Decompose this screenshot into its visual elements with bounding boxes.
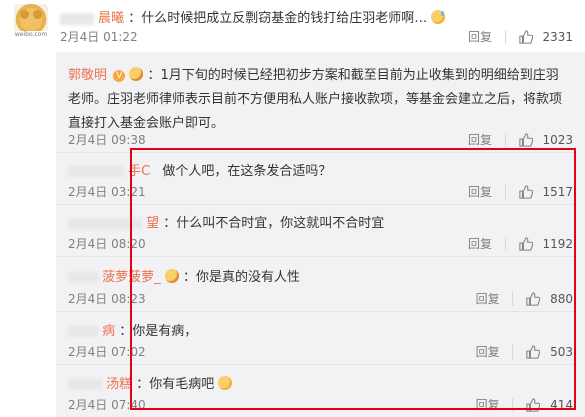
highlight-box	[130, 148, 576, 410]
top-comment-line: 晨曦 ：什么时候把成立反剽窃基金的钱打给庄羽老师啊…	[60, 7, 446, 26]
redacted-name	[68, 379, 102, 390]
redacted-name-prefix	[60, 12, 94, 25]
reply-author[interactable]: 汤糕	[106, 377, 132, 392]
top-comment-actions: 回复 2331	[468, 28, 573, 45]
pinned-reply-actions: 回复 1023	[468, 131, 573, 148]
top-comment-text: ：什么时候把成立反剽窃基金的钱打给庄羽老师啊…	[128, 11, 428, 26]
top-comment-date: 2月4日 01:22	[60, 30, 138, 44]
redacted-name	[68, 326, 98, 337]
reply-button[interactable]: 回复	[468, 131, 492, 148]
action-divider	[504, 132, 506, 147]
pinned-reply-date: 2月4日 09:38	[68, 133, 146, 147]
redacted-name	[68, 272, 98, 283]
reply-button[interactable]: 回复	[468, 28, 492, 45]
like-count: 1023	[542, 132, 573, 147]
avatar-ear-left	[20, 10, 29, 19]
sweat-emoji-icon	[431, 10, 446, 24]
avatar-ear-right	[33, 10, 42, 19]
avatar[interactable]: weibo.com	[14, 4, 48, 38]
like-count: 2331	[542, 29, 573, 44]
pinned-reply: 郭敬明 V ：1月下旬的时候已经把初步方案和截至目前为止收集到的明细给到庄羽老师…	[68, 64, 568, 136]
avatar-tag: weibo.com	[14, 31, 48, 38]
top-comment-author[interactable]: 晨曦	[98, 11, 124, 26]
redacted-name	[68, 166, 124, 177]
pinned-reply-author[interactable]: 郭敬明	[68, 68, 107, 83]
top-comment: weibo.com 晨曦 ：什么时候把成立反剽窃基金的钱打给庄羽老师啊… 2月4…	[0, 0, 585, 52]
verified-badge-icon: V	[113, 70, 126, 82]
angry-emoji-icon	[129, 67, 144, 81]
thumbs-up-icon[interactable]	[518, 29, 533, 44]
reply-author[interactable]: 病	[102, 324, 115, 339]
action-divider	[504, 29, 506, 44]
thumbs-up-icon[interactable]	[518, 132, 533, 147]
pinned-reply-text: ：1月下旬的时候已经把初步方案和截至目前为止收集到的明细给到庄羽老师。庄羽老师律…	[68, 68, 563, 131]
